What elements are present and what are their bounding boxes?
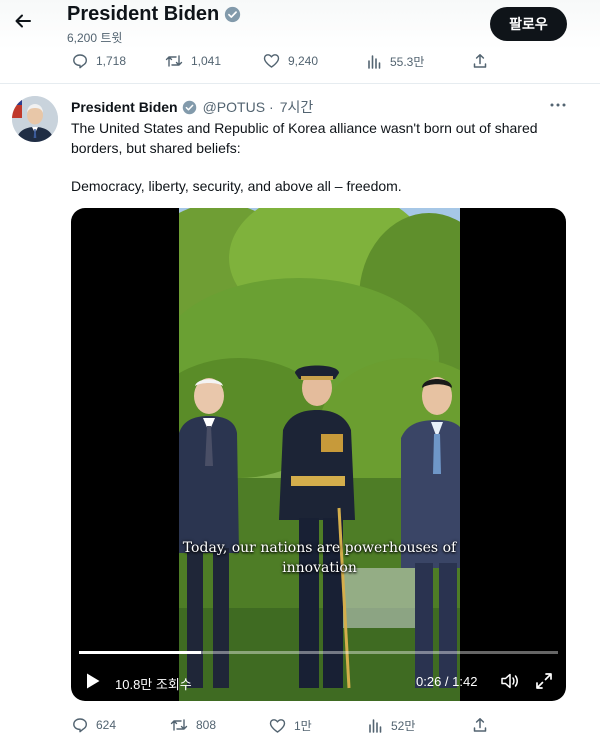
like-count: 1만	[294, 719, 312, 733]
retweet-button[interactable]: 1,041	[165, 53, 221, 69]
views-button[interactable]: 55.3만	[366, 53, 424, 70]
meta-separator: ·	[269, 99, 274, 115]
reply-count: 1,718	[96, 54, 127, 68]
reply-icon	[73, 54, 87, 69]
verified-badge-icon	[182, 100, 196, 114]
retweet-button[interactable]: 808	[170, 717, 216, 733]
video-caption: Today, our nations are powerhouses of in…	[182, 540, 457, 576]
heart-icon	[269, 718, 286, 733]
bar-chart-icon	[368, 54, 381, 69]
verified-badge-icon	[225, 6, 241, 23]
video-view-count: 10.8만 조회수	[115, 677, 192, 692]
retweet-icon	[170, 719, 188, 731]
fullscreen-button[interactable]	[533, 670, 555, 692]
tweet-divider	[0, 83, 600, 84]
retweet-count: 808	[196, 718, 217, 732]
retweet-count: 1,041	[191, 54, 222, 68]
volume-button[interactable]	[499, 670, 521, 692]
heart-icon	[263, 54, 280, 68]
video-player[interactable]: Today, our nations are powerhouses of in…	[71, 208, 566, 701]
tweet-action-bar: 624 808 1만 52만	[70, 717, 490, 737]
tweet-text-paragraph: Democracy, liberty, security, and above …	[71, 178, 402, 194]
follow-button[interactable]: 팔로우	[490, 7, 567, 41]
arrow-left-icon	[15, 14, 31, 28]
like-count: 9,240	[288, 54, 319, 68]
back-button[interactable]	[12, 10, 34, 32]
reply-button[interactable]: 1,718	[72, 53, 126, 69]
author-name[interactable]: President Biden	[71, 99, 178, 115]
tweet-text: The United States and Republic of Korea …	[71, 118, 551, 196]
video-frame	[179, 208, 460, 701]
view-count: 52만	[391, 719, 416, 733]
bar-chart-icon	[369, 718, 382, 733]
reply-count: 624	[96, 718, 117, 732]
avatar-portrait	[12, 96, 58, 142]
video-progress-bar[interactable]	[79, 651, 558, 654]
share-button[interactable]	[472, 717, 488, 733]
video-time: 0:26 / 1:42	[416, 674, 478, 689]
like-button[interactable]: 1만	[269, 717, 312, 734]
more-options-button[interactable]	[549, 96, 567, 119]
profile-name: President Biden	[67, 3, 220, 25]
play-icon	[87, 673, 100, 689]
avatar[interactable]	[12, 96, 58, 142]
retweet-icon	[165, 55, 183, 67]
page-title: President Biden	[67, 3, 241, 26]
play-button[interactable]	[83, 671, 103, 691]
tweet-count: 6,200 트윗	[67, 31, 123, 45]
video-progress-fill	[79, 651, 201, 654]
fullscreen-icon	[536, 673, 552, 689]
author-handle[interactable]: @POTUS	[203, 99, 265, 115]
ellipsis-icon	[550, 103, 566, 107]
view-count: 55.3만	[390, 55, 425, 69]
speaker-icon	[501, 673, 518, 689]
reply-button[interactable]: 624	[72, 717, 116, 733]
tweet-time[interactable]: 7시간	[280, 97, 314, 117]
share-icon	[473, 718, 487, 732]
share-button[interactable]	[472, 53, 488, 69]
views-button[interactable]: 52만	[367, 717, 415, 734]
share-icon	[473, 54, 487, 68]
tweet-meta: President Biden @POTUS · 7시간	[71, 97, 313, 117]
prev-tweet-action-bar: 1,718 1,041 9,240 55.3만	[70, 53, 490, 73]
tweet-text-paragraph: The United States and Republic of Korea …	[71, 120, 538, 156]
like-button[interactable]: 9,240	[263, 53, 318, 69]
profile-header: President Biden 6,200 트윗 팔로우	[0, 0, 600, 50]
reply-icon	[73, 718, 87, 733]
